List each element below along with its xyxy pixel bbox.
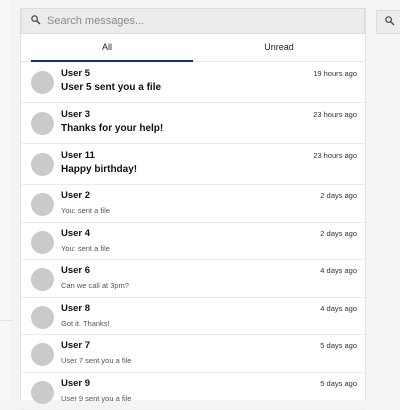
message-preview: User 9 sent you a file [61,394,131,403]
list-item[interactable]: User 8 4 days ago Got it. Thanks! [21,298,365,336]
list-item[interactable]: User 7 5 days ago User 7 sent you a file [21,335,365,373]
avatar [31,112,54,135]
list-item[interactable]: User 9 5 days ago User 9 sent you a file [21,373,365,410]
avatar [31,306,54,329]
list-item[interactable]: User 3 23 hours ago Thanks for your help… [21,103,365,144]
timestamp: 2 days ago [320,229,357,238]
sender-name: User 9 [61,378,90,389]
timestamp: 23 hours ago [313,110,357,119]
timestamp: 5 days ago [320,341,357,350]
list-item[interactable]: User 5 19 hours ago User 5 sent you a fi… [21,62,365,103]
list-item[interactable]: User 11 23 hours ago Happy birthday! [21,144,365,185]
message-tabs: All Unread [21,34,365,62]
sender-name: User 2 [61,190,90,201]
sender-name: User 5 [61,68,90,79]
tab-unread[interactable]: Unread [193,34,365,61]
message-preview: Can we call at 3pm? [61,281,129,290]
search-bar[interactable] [21,8,365,34]
message-preview: You: sent a file [61,206,110,215]
message-preview: Got it. Thanks! [61,319,110,328]
tab-all[interactable]: All [21,34,193,61]
timestamp: 4 days ago [320,266,357,275]
timestamp: 5 days ago [320,379,357,388]
list-item[interactable]: User 6 4 days ago Can we call at 3pm? [21,260,365,298]
left-panel-edge [0,0,10,400]
message-preview: Thanks for your help! [61,123,163,134]
timestamp: 2 days ago [320,191,357,200]
right-search-button[interactable] [376,10,400,34]
message-list: User 5 19 hours ago User 5 sent you a fi… [21,62,365,410]
sender-name: User 11 [61,150,95,161]
avatar [31,71,54,94]
message-preview: User 5 sent you a file [61,82,161,93]
avatar [31,193,54,216]
search-icon [384,13,395,31]
message-preview: Happy birthday! [61,164,137,175]
sender-name: User 6 [61,265,90,276]
avatar [31,381,54,404]
message-preview: You: sent a file [61,244,110,253]
timestamp: 4 days ago [320,304,357,313]
search-input[interactable] [47,15,347,27]
search-icon [30,12,41,30]
timestamp: 23 hours ago [313,151,357,160]
avatar [31,153,54,176]
list-item[interactable]: User 4 2 days ago You: sent a file [21,223,365,261]
sender-name: User 8 [61,303,90,314]
sender-name: User 4 [61,228,90,239]
message-preview: User 7 sent you a file [61,356,131,365]
messages-panel: All Unread User 5 19 hours ago User 5 se… [20,8,366,400]
avatar [31,231,54,254]
sender-name: User 7 [61,340,90,351]
timestamp: 19 hours ago [313,69,357,78]
avatar [31,343,54,366]
sender-name: User 3 [61,109,90,120]
left-panel-divider [0,320,12,321]
avatar [31,268,54,291]
list-item[interactable]: User 2 2 days ago You: sent a file [21,185,365,223]
